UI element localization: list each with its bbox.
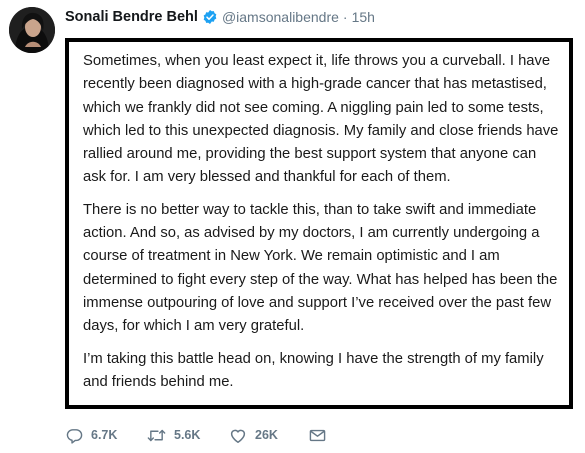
heart-icon: [229, 427, 247, 444]
media-paragraph-3: I’m taking this battle head on, knowing …: [83, 350, 544, 390]
tweet-actions: 6.7K 5.6K 26K: [66, 424, 326, 446]
display-name[interactable]: Sonali Bendre Behl: [65, 9, 198, 25]
handle[interactable]: @iamsonalibendre: [222, 9, 339, 25]
media-paragraph-2: There is no better way to tackle this, t…: [83, 201, 558, 335]
avatar[interactable]: [9, 7, 55, 53]
tweet-header: Sonali Bendre Behl @iamsonalibendre · 15…: [65, 7, 375, 27]
retweet-icon: [147, 427, 166, 444]
tweet: Sonali Bendre Behl @iamsonalibendre · 15…: [0, 0, 585, 453]
reply-icon: [66, 427, 83, 444]
like-button[interactable]: 26K: [229, 427, 309, 444]
like-count: 26K: [255, 428, 278, 442]
media-text: Sometimes, when you least expect it, lif…: [83, 50, 563, 403]
timestamp[interactable]: 15h: [352, 9, 375, 25]
media-paragraph-1: Sometimes, when you least expect it, lif…: [83, 53, 559, 186]
verified-badge-icon: [202, 9, 218, 25]
envelope-icon: [309, 428, 326, 443]
reply-button[interactable]: 6.7K: [66, 427, 147, 444]
header-separator: ·: [342, 9, 348, 25]
reply-count: 6.7K: [91, 428, 118, 442]
retweet-button[interactable]: 5.6K: [147, 427, 229, 444]
retweet-count: 5.6K: [174, 428, 201, 442]
tweet-media-image[interactable]: Sometimes, when you least expect it, lif…: [65, 38, 573, 409]
direct-message-button[interactable]: [309, 428, 326, 443]
